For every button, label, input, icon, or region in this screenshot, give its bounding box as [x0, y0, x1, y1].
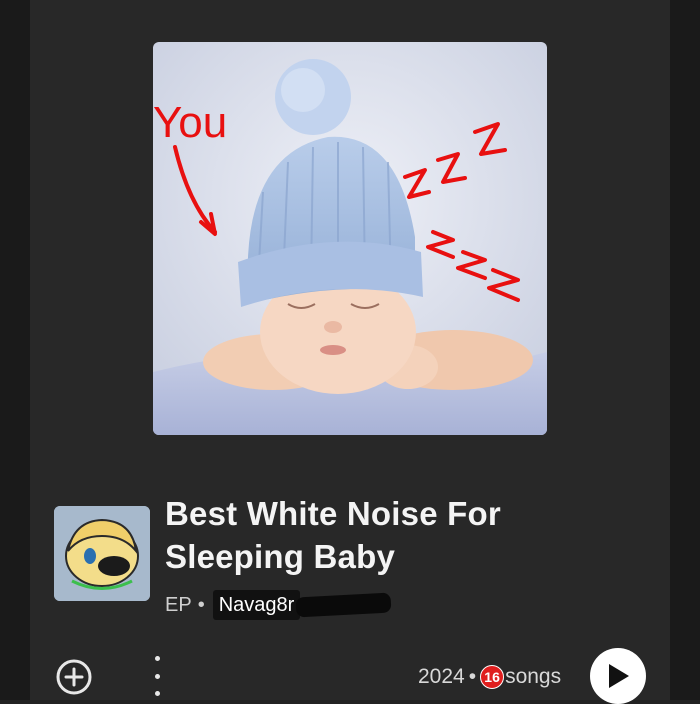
release-year: 2024 [418, 665, 465, 688]
album-type: EP [165, 594, 192, 616]
song-count: 16 [480, 665, 505, 689]
more-vertical-icon [154, 656, 160, 661]
album-title: Best White Noise For Sleeping Baby [165, 492, 565, 578]
play-icon [609, 664, 629, 688]
redaction-mark [295, 592, 392, 618]
more-options-button[interactable] [146, 656, 168, 696]
album-cover: You [153, 42, 547, 435]
left-edge [0, 0, 30, 700]
album-meta: EP • Navag8r [165, 590, 392, 620]
album-title-line-2: Sleeping Baby [165, 538, 395, 575]
release-info: 2024 • 16 songs [418, 662, 561, 692]
artist-avatar[interactable] [54, 506, 150, 601]
release-separator: • [468, 665, 477, 688]
add-circle-icon [56, 659, 92, 695]
album-title-line-1: Best White Noise For [165, 495, 501, 532]
meta-separator: • [197, 594, 205, 616]
add-to-library-button[interactable] [55, 658, 93, 696]
you-annotation: You [153, 98, 227, 147]
play-button[interactable] [590, 648, 646, 704]
songs-label: songs [505, 665, 562, 688]
right-edge [670, 0, 700, 700]
artist-link[interactable]: Navag8r [212, 590, 301, 620]
